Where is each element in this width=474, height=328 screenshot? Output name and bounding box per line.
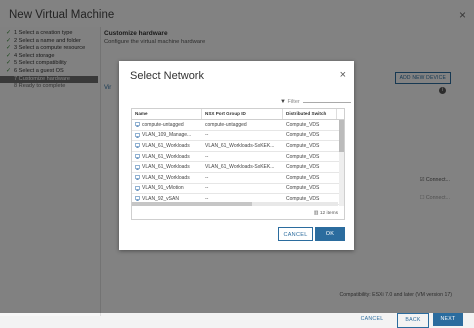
cell-switch: Compute_VDS: [286, 132, 320, 139]
column-header-name[interactable]: Name: [132, 109, 202, 119]
close-icon[interactable]: ×: [340, 69, 346, 81]
column-header-port-group[interactable]: NSX Port Group ID: [202, 109, 283, 119]
cell-name-text: VLAN_91_vMotion: [142, 185, 184, 192]
cell-name: VLAN_61_Workloads: [132, 164, 202, 170]
cell-switch: Compute_VDS: [286, 164, 320, 171]
table-row[interactable]: VLAN_109_Manage... -- Compute_VDS: [132, 131, 344, 142]
cell-port-group: VLAN_61_Workloads-SxKEK...: [205, 142, 275, 149]
vertical-scroll-thumb[interactable]: [339, 120, 344, 152]
cell-name: VLAN_61_Workloads: [132, 154, 202, 160]
network-icon: [135, 154, 140, 160]
cell-port-group: compute-untagged: [205, 121, 247, 128]
table-row[interactable]: VLAN_91_vMotion -- Compute_VDS: [132, 184, 344, 195]
cancel-button[interactable]: CANCEL: [278, 227, 313, 241]
filter-input[interactable]: ▼ Filter: [280, 99, 352, 105]
cell-name-text: VLAN_61_Workloads: [142, 142, 190, 149]
table-row[interactable]: VLAN_61_Workloads VLAN_61_Workloads-SxKEK…: [132, 162, 344, 173]
cell-switch: Compute_VDS: [286, 185, 320, 192]
table-row[interactable]: compute-untagged compute-untagged Compute_…: [132, 120, 344, 131]
network-icon: [135, 186, 140, 191]
cell-switch: Compute_VDS: [286, 174, 320, 181]
network-icon: [135, 122, 140, 128]
network-icon: [135, 133, 140, 138]
ok-button[interactable]: OK: [315, 227, 345, 241]
cell-name: VLAN_109_Manage...: [132, 132, 202, 138]
cell-port-group: --: [205, 185, 209, 192]
columns-icon[interactable]: ▥: [314, 210, 319, 216]
cell-name: VLAN_61_Workloads: [132, 143, 202, 149]
select-network-dialog: Select Network × ▼ Filter Name NSX Port …: [119, 61, 354, 250]
horizontal-scroll-thumb[interactable]: [132, 202, 252, 206]
wizard-cancel-button[interactable]: CANCEL: [356, 313, 388, 326]
table-row[interactable]: VLAN_61_Workloads VLAN_61_Workloads-SxKEK…: [132, 141, 344, 152]
cell-name: compute-untagged: [132, 122, 202, 128]
cell-port-group: --: [205, 132, 209, 139]
filter-icon: ▼: [280, 99, 286, 105]
cell-name-text: VLAN_62_Workloads: [142, 174, 190, 181]
table-row[interactable]: VLAN_61_Workloads -- Compute_VDS: [132, 152, 344, 163]
cell-name-text: compute-untagged: [142, 121, 184, 128]
cell-name-text: VLAN_61_Workloads: [142, 153, 190, 160]
dialog-title: Select Network: [130, 70, 204, 82]
network-table: Name NSX Port Group ID Distributed Switc…: [131, 108, 345, 220]
filter-placeholder: Filter: [287, 99, 300, 105]
cell-port-group: --: [205, 174, 209, 181]
table-body: compute-untagged compute-untagged Compute_…: [132, 120, 344, 205]
cell-name-text: VLAN_109_Manage...: [142, 132, 192, 139]
cell-name: VLAN_91_vMotion: [132, 185, 202, 191]
cell-port-group: --: [205, 153, 209, 160]
network-icon: [135, 196, 140, 202]
table-row[interactable]: VLAN_62_Workloads -- Compute_VDS: [132, 173, 344, 184]
cell-name-text: VLAN_61_Workloads: [142, 164, 190, 171]
network-icon: [135, 175, 140, 181]
cell-name: VLAN_62_Workloads: [132, 175, 202, 181]
item-count: ▥ 12 items: [314, 210, 338, 216]
cell-switch: Compute_VDS: [286, 153, 320, 160]
network-icon: [135, 164, 140, 170]
cell-switch: Compute_VDS: [286, 142, 320, 149]
cell-port-group: VLAN_61_Workloads-SxKEK...: [205, 164, 275, 171]
wizard-back-button[interactable]: BACK: [397, 313, 429, 328]
item-count-label: 12 items: [319, 211, 338, 216]
cell-switch: Compute_VDS: [286, 121, 320, 128]
wizard-next-button[interactable]: NEXT: [433, 313, 463, 326]
table-header: Name NSX Port Group ID Distributed Switc…: [132, 109, 344, 120]
network-icon: [135, 143, 140, 149]
column-header-switch[interactable]: Distributed Switch: [283, 109, 337, 119]
